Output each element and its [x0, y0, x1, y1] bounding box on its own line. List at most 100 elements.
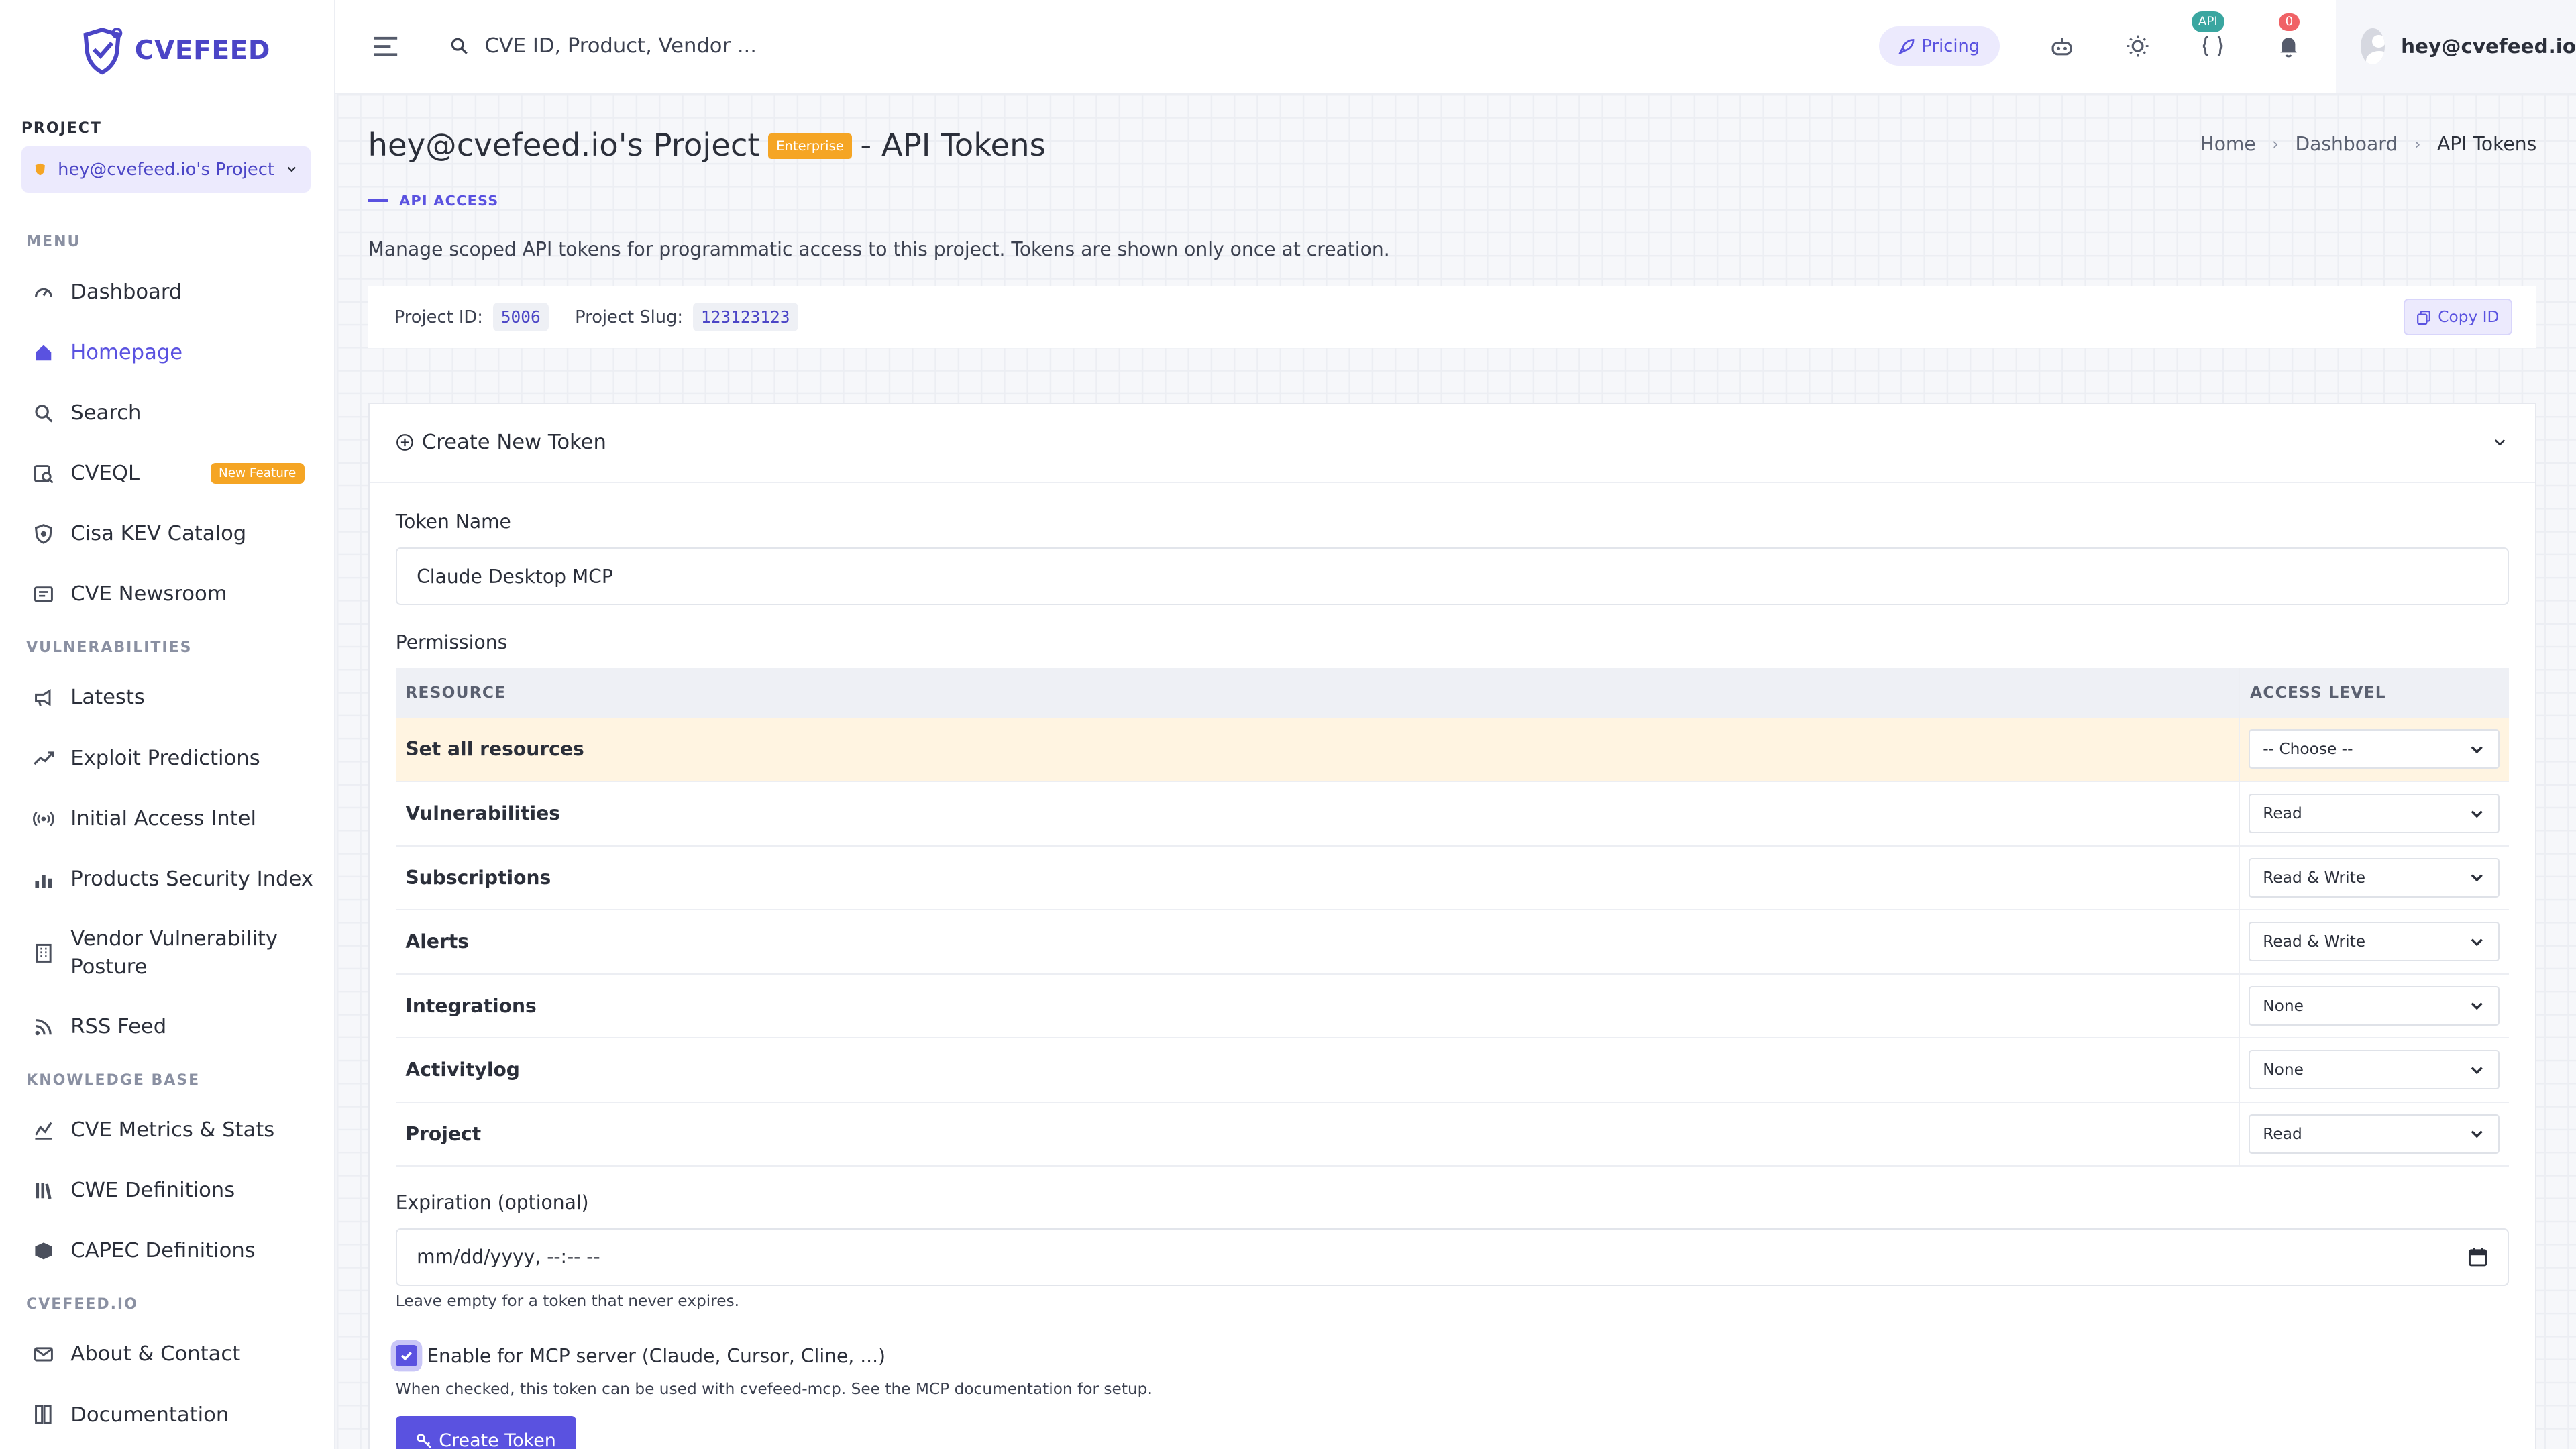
- permissions-table: RESOURCE ACCESS LEVEL Set all resources -…: [395, 668, 2510, 1167]
- avatar: [2361, 28, 2385, 64]
- broadcast-icon: [32, 811, 54, 826]
- sidebar-item-cve-metrics[interactable]: CVE Metrics & Stats: [0, 1100, 334, 1161]
- search-input[interactable]: CVE ID, Product, Vendor ...: [450, 34, 1879, 58]
- megaphone-icon: [35, 689, 51, 707]
- mcp-checkbox-row[interactable]: Enable for MCP server (Claude, Cursor, C…: [395, 1344, 2509, 1367]
- sidebar-item-label: RSS Feed: [70, 1014, 167, 1038]
- column-header-resource: RESOURCE: [395, 668, 2240, 718]
- logo[interactable]: CVEFEED: [0, 0, 334, 102]
- sidebar-item-dashboard[interactable]: Dashboard: [0, 262, 334, 322]
- access-level-select[interactable]: None: [2248, 985, 2500, 1026]
- sidebar-item-initial-access-intel[interactable]: Initial Access Intel: [0, 788, 334, 849]
- column-header-access-level: ACCESS LEVEL: [2239, 668, 2510, 718]
- sidebar-item-rss-feed[interactable]: RSS Feed: [0, 996, 334, 1057]
- access-level-select[interactable]: -- Choose --: [2248, 729, 2500, 769]
- resource-name: Alerts: [395, 910, 2240, 975]
- mcp-checkbox[interactable]: [395, 1345, 417, 1367]
- sidebar-item-cveql[interactable]: CVEQL New Feature: [0, 443, 334, 504]
- notification-count-badge: 0: [2278, 13, 2300, 31]
- sidebar-item-label: Documentation: [70, 1403, 229, 1427]
- key-icon: [417, 1433, 431, 1448]
- expiration-placeholder: mm/dd/yyyy, --:-- --: [417, 1246, 600, 1269]
- shield-icon: [36, 163, 46, 176]
- mcp-hint: When checked, this token can be used wit…: [395, 1380, 1152, 1399]
- resource-name: Vulnerabilities: [395, 782, 2240, 847]
- newspaper-icon: [34, 586, 53, 602]
- breadcrumb: Home › Dashboard › API Tokens: [2200, 133, 2537, 155]
- sidebar-item-label: CAPEC Definitions: [70, 1239, 256, 1263]
- sidebar-item-cisa-kev[interactable]: Cisa KEV Catalog: [0, 504, 334, 564]
- menu-toggle-icon[interactable]: [371, 32, 400, 61]
- sidebar-item-homepage[interactable]: Homepage: [0, 322, 334, 382]
- api-button[interactable]: API: [2192, 11, 2226, 59]
- expiration-input[interactable]: mm/dd/yyyy, --:-- --: [395, 1228, 2510, 1286]
- calendar-icon[interactable]: [2468, 1247, 2487, 1267]
- sidebar-item-documentation[interactable]: Documentation: [0, 1385, 334, 1445]
- bot-button[interactable]: [2049, 33, 2075, 59]
- api-badge: API: [2192, 11, 2224, 33]
- project-section-label: PROJECT: [21, 119, 102, 137]
- brand-name: CVEFEED: [134, 36, 270, 66]
- sidebar-item-capec-definitions[interactable]: CAPEC Definitions: [0, 1221, 334, 1281]
- user-menu[interactable]: hey@cvefeed.io: [2336, 0, 2576, 93]
- breadcrumb-dashboard[interactable]: Dashboard: [2295, 133, 2398, 155]
- sidebar-item-label: CWE Definitions: [70, 1179, 235, 1203]
- access-level-select[interactable]: Read & Write: [2248, 922, 2500, 962]
- shield-logo-icon: [83, 27, 122, 75]
- notifications-button[interactable]: 0: [2275, 13, 2302, 59]
- access-level-select[interactable]: Read: [2248, 1114, 2500, 1154]
- bell-icon: [2280, 38, 2297, 58]
- pricing-label: Pricing: [1921, 36, 1980, 56]
- sidebar-item-about-contact[interactable]: About & Contact: [0, 1324, 334, 1385]
- access-level-value: Read: [2263, 804, 2302, 823]
- menu-section-label: MENU: [26, 233, 81, 251]
- plus-circle-icon: [396, 434, 413, 451]
- theme-toggle-button[interactable]: [2125, 33, 2151, 59]
- sidebar-item-cve-newsroom[interactable]: CVE Newsroom: [0, 564, 334, 625]
- pricing-button[interactable]: Pricing: [1878, 26, 2000, 66]
- access-level-value: Read: [2263, 1124, 2302, 1143]
- project-id-value: 5006: [492, 302, 549, 332]
- create-token-label: Create Token: [439, 1430, 556, 1449]
- table-row: Integrations None: [395, 973, 2510, 1039]
- sidebar-item-latests[interactable]: Latests: [0, 667, 334, 728]
- access-level-select[interactable]: Read: [2248, 794, 2500, 834]
- mcp-checkbox-label: Enable for MCP server (Claude, Cursor, C…: [427, 1344, 886, 1367]
- table-row: Vulnerabilities Read: [395, 782, 2510, 847]
- resource-name: Set all resources: [395, 717, 2240, 783]
- copy-id-button[interactable]: Copy ID: [2404, 298, 2512, 336]
- line-chart-icon: [35, 1122, 52, 1140]
- chevron-down-icon[interactable]: [2491, 433, 2509, 451]
- user-email: hey@cvefeed.io: [2401, 34, 2576, 58]
- chevron-down-icon: [2471, 810, 2483, 818]
- breadcrumb-home[interactable]: Home: [2200, 133, 2256, 155]
- sidebar-item-products-security-index[interactable]: Products Security Index: [0, 849, 334, 910]
- section-tag: API ACCESS: [368, 193, 499, 209]
- new-feature-badge: New Feature: [210, 463, 305, 484]
- access-level-select[interactable]: Read & Write: [2248, 857, 2500, 898]
- chevron-down-icon: [2471, 938, 2483, 946]
- sidebar-item-label: About & Contact: [70, 1342, 241, 1366]
- project-selector[interactable]: hey@cvefeed.io's Project: [21, 146, 311, 193]
- permissions-label: Permissions: [395, 631, 508, 654]
- project-name: hey@cvefeed.io's Project: [58, 159, 274, 180]
- access-level-select[interactable]: None: [2248, 1050, 2500, 1090]
- sidebar-item-label: Search: [70, 400, 142, 425]
- sidebar-item-cwe-definitions[interactable]: CWE Definitions: [0, 1161, 334, 1221]
- expiration-label: Expiration (optional): [395, 1191, 589, 1214]
- project-slug-label: Project Slug:: [575, 307, 683, 327]
- token-name-input[interactable]: Claude Desktop MCP: [395, 547, 2510, 605]
- sidebar-item-vendor-vulnerability-posture[interactable]: Vendor Vulnerability Posture: [0, 910, 334, 997]
- sidebar-item-exploit-predictions[interactable]: Exploit Predictions: [0, 728, 334, 788]
- rss-icon: [35, 1018, 52, 1035]
- create-token-header[interactable]: Create New Token: [369, 404, 2536, 483]
- token-name-label: Token Name: [395, 511, 511, 533]
- create-token-card: Create New Token Token Name Claude Deskt…: [368, 402, 2537, 1449]
- page-description: Manage scoped API tokens for programmati…: [368, 238, 1390, 261]
- topbar: CVE ID, Product, Vendor ... Pricing API …: [335, 0, 2576, 94]
- create-token-button[interactable]: Create Token: [395, 1416, 577, 1449]
- sidebar-item-search[interactable]: Search: [0, 383, 334, 443]
- sidebar-item-label: Initial Access Intel: [70, 806, 256, 830]
- table-row: Alerts Read & Write: [395, 910, 2510, 975]
- project-slug-value: 123123123: [692, 302, 798, 332]
